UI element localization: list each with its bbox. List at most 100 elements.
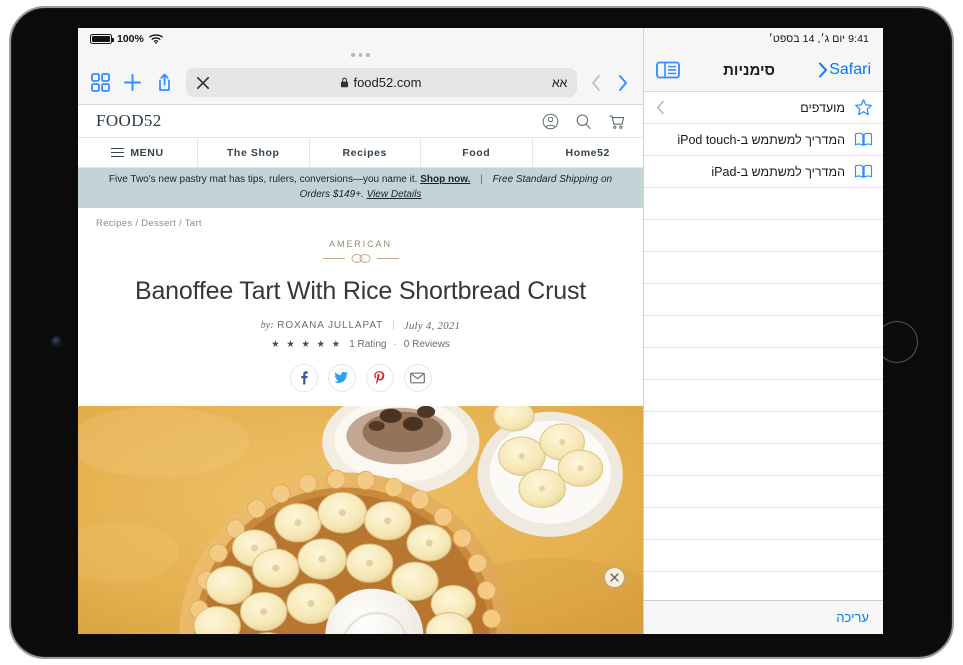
battery-percent-label: 100% [117, 32, 144, 45]
close-x-icon [610, 573, 619, 582]
promo-banner-text: Five Two's new pastry mat has tips, rule… [94, 173, 627, 202]
hamburger-icon [111, 147, 125, 158]
bookmark-item-label: המדריך למשתמש ב-iPod touch [677, 132, 845, 147]
share-pinterest-button[interactable] [365, 363, 394, 392]
close-x-icon[interactable] [196, 76, 210, 90]
bookmark-item-ipad-guide[interactable]: המדריך למשתמש ב-iPad [644, 156, 883, 188]
lock-icon [341, 77, 349, 88]
nav-item-menu[interactable]: MENU [78, 138, 198, 167]
hero-recipe-photo[interactable] [78, 405, 643, 634]
food52-logo[interactable]: FOOD52 [96, 111, 162, 131]
back-to-safari-button[interactable]: Safari [818, 61, 871, 79]
sidebar-status-bar: 9:41 יום ג׳, 14 בספט׳ [644, 28, 883, 49]
nav-item-home52[interactable]: Home52 [533, 138, 644, 167]
webpage-content: FOOD52 MENU The Shop Recipes Food Home52… [78, 105, 643, 634]
text-size-button[interactable]: אא [552, 76, 567, 90]
bookmarks-empty-row [644, 508, 883, 540]
page-title: Banoffee Tart With Rice Shortbread Crust [134, 277, 587, 305]
bookmarks-section-label: מועדפים [800, 100, 845, 115]
article-header: AMERICAN Banoffee Tart With Rice Shortbr… [78, 235, 643, 364]
nav-item-label: Home52 [565, 146, 610, 159]
search-icon[interactable] [575, 113, 592, 130]
bookmarks-empty-row [644, 348, 883, 380]
address-bar-content: food52.com [210, 75, 552, 90]
promo-view-details-link[interactable]: View Details [367, 189, 422, 200]
promo-shop-now-link[interactable]: Shop now. [420, 174, 470, 185]
handle-dot [358, 53, 363, 57]
bookmarks-empty-row [644, 540, 883, 572]
nav-item-recipes[interactable]: Recipes [310, 138, 421, 167]
promo-text: Five Two's new pastry mat has tips, rule… [108, 174, 418, 185]
chevron-left-icon[interactable] [588, 73, 604, 93]
account-icon[interactable] [542, 113, 559, 130]
bookmark-item-ipod-touch-guide[interactable]: המדריך למשתמש ב-iPod touch [644, 124, 883, 156]
bookmarks-empty-row [644, 220, 883, 252]
bookmarks-empty-rows [644, 188, 883, 572]
ornament-divider [108, 253, 613, 264]
cuisine-tag: AMERICAN [329, 239, 392, 249]
front-camera [52, 337, 61, 346]
byline-author[interactable]: ROXANA JULLAPAT [277, 320, 383, 331]
bookmarks-section-favorites[interactable]: מועדפים [644, 92, 883, 124]
byline-date: July 4, 2021 [403, 319, 461, 332]
plus-icon[interactable] [122, 72, 143, 93]
chevron-right-icon[interactable] [615, 73, 631, 93]
review-count[interactable]: 0 Reviews [404, 339, 450, 350]
nav-item-food[interactable]: Food [421, 138, 533, 167]
site-navigation: MENU The Shop Recipes Food Home52 [78, 138, 643, 168]
sidebar-title: סימניות [723, 61, 776, 79]
share-buttons-row [78, 363, 643, 392]
bookmark-item-label: המדריך למשתמש ב-iPad [711, 164, 845, 179]
site-header: FOOD52 [78, 105, 643, 138]
back-to-safari-label: Safari [829, 61, 871, 78]
edit-bookmarks-button[interactable]: עריכה [836, 610, 869, 625]
star-rating-icon: ★ ★ ★ ★ ★ [271, 338, 343, 350]
breadcrumb[interactable]: Recipes / Dessert / Tart [78, 208, 643, 235]
cart-icon[interactable] [608, 113, 625, 130]
share-twitter-button[interactable] [327, 363, 356, 392]
bookmarks-empty-row [644, 316, 883, 348]
share-up-arrow-icon[interactable] [154, 72, 175, 93]
chevron-right-icon [819, 62, 828, 78]
bookmarks-empty-row [644, 476, 883, 508]
nav-item-label: The Shop [226, 146, 280, 159]
rating-count: 1 Rating [349, 338, 387, 350]
chevron-left-icon[interactable] [656, 100, 665, 115]
multitask-handle[interactable] [78, 49, 643, 61]
promo-separator: | [480, 174, 483, 185]
facebook-icon [301, 371, 308, 385]
bookmarks-empty-row [644, 284, 883, 316]
book-icon [854, 132, 873, 146]
star-outline-icon [855, 99, 872, 116]
bookmarks-empty-row [644, 412, 883, 444]
ipad-screen: 9:41 יום ג׳, 14 בספט׳ Safari סימניות מוע… [78, 28, 883, 634]
handle-dot [351, 53, 355, 57]
sidebar-list-toggle-icon[interactable] [656, 60, 680, 80]
address-bar[interactable]: food52.com אא [186, 68, 577, 97]
grid-tabs-icon[interactable] [90, 72, 111, 93]
bookmarks-list: מועדפים המדריך למשתמש ב-iPod touch המדרי… [644, 92, 883, 600]
email-icon [410, 372, 425, 383]
byline-separator: | [392, 320, 395, 331]
browser-status-bar: 100% [78, 28, 643, 49]
close-circle-icon[interactable] [604, 567, 625, 588]
article-body: Recipes / Dessert / Tart AMERICAN Banoff… [78, 208, 643, 634]
site-header-icons [542, 113, 625, 130]
share-facebook-button[interactable] [289, 363, 318, 392]
sidebar-toolbar: Safari סימניות [644, 49, 883, 92]
battery-full-icon [90, 33, 114, 44]
twitter-icon [334, 371, 348, 383]
address-bar-url: food52.com [353, 75, 422, 90]
sidebar-footer: עריכה [644, 600, 883, 634]
nav-item-label: Food [462, 146, 491, 159]
byline-prefix: by: [260, 320, 274, 331]
promo-banner: Five Two's new pastry mat has tips, rule… [78, 168, 643, 208]
bookmarks-sidebar: 9:41 יום ג׳, 14 בספט׳ Safari סימניות מוע… [643, 28, 883, 634]
share-email-button[interactable] [403, 363, 432, 392]
wifi-icon [149, 34, 163, 44]
book-icon [854, 164, 873, 178]
nav-item-the-shop[interactable]: The Shop [198, 138, 310, 167]
safari-toolbar: food52.com אא [78, 61, 643, 105]
article-byline: by: ROXANA JULLAPAT | July 4, 2021 [108, 320, 613, 332]
pinterest-icon [374, 371, 385, 384]
